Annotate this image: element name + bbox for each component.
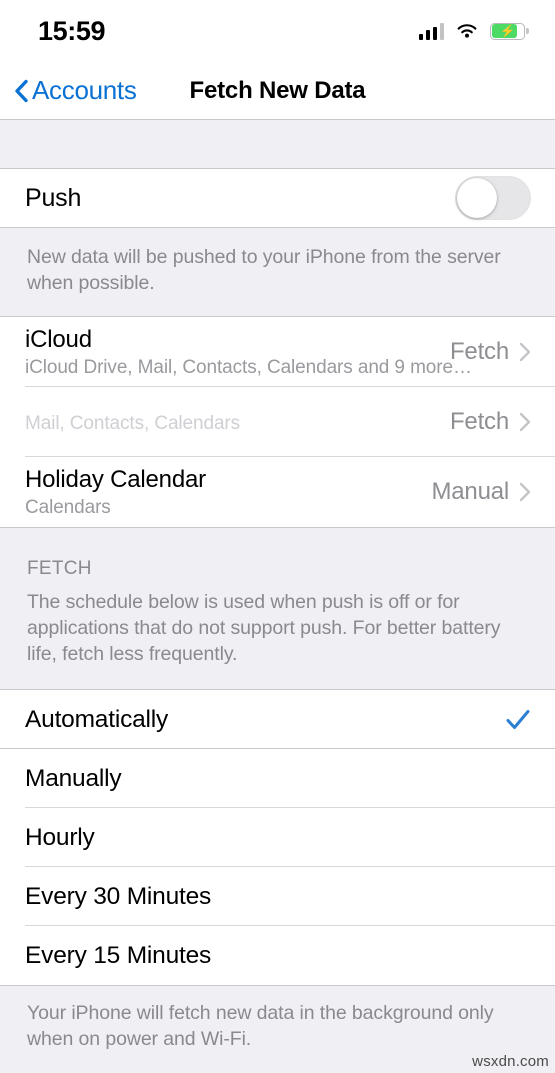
status-bar-icons: ⚡ — [418, 22, 529, 40]
chevron-right-icon — [519, 412, 531, 432]
account-value-block: Manual — [431, 478, 531, 506]
fetch-option-label: Automatically — [25, 705, 169, 733]
account-subtitle: Calendars — [25, 496, 111, 518]
fetch-option-every-30-minutes[interactable]: Every 30 Minutes — [0, 867, 555, 926]
fetch-option-automatically[interactable]: Automatically — [0, 690, 555, 749]
push-footnote: New data will be pushed to your iPhone f… — [0, 228, 555, 316]
watermark: wsxdn.com — [472, 1053, 549, 1070]
bottom-footnote: Your iPhone will fetch new data in the b… — [0, 986, 555, 1052]
push-toggle-switch[interactable] — [455, 176, 531, 220]
chevron-right-icon — [519, 482, 531, 502]
account-value-block: Fetch — [450, 408, 531, 436]
account-fetch-value: Fetch — [449, 338, 509, 365]
account-text-block: Holiday Calendar Calendars — [25, 466, 206, 519]
push-label: Push — [25, 183, 82, 212]
push-section: Push — [0, 168, 555, 228]
battery-charging-icon: ⚡ — [490, 22, 529, 40]
fetch-section-header: FETCH — [0, 528, 555, 589]
fetch-option-hourly[interactable]: Hourly — [0, 808, 555, 867]
account-text-block: Mail, Contacts, Calendars — [25, 410, 240, 435]
account-title: Holiday Calendar — [25, 465, 206, 493]
fetch-option-label: Manually — [25, 764, 122, 792]
fetch-option-label: Every 30 Minutes — [25, 882, 212, 910]
account-row-redacted-email[interactable]: Mail, Contacts, Calendars Fetch — [0, 387, 555, 457]
push-row[interactable]: Push — [0, 169, 555, 227]
fetch-option-every-15-minutes[interactable]: Every 15 Minutes — [0, 926, 555, 985]
checkmark-icon — [505, 707, 531, 733]
status-bar-clock: 15:59 — [38, 15, 106, 46]
cellular-signal-icon — [418, 23, 444, 40]
navigation-bar: Accounts Fetch New Data — [0, 62, 555, 120]
account-row-holiday-calendar[interactable]: Holiday Calendar Calendars Manual — [0, 457, 555, 527]
account-row-icloud[interactable]: iCloud iCloud Drive, Mail, Contacts, Cal… — [0, 317, 555, 387]
account-fetch-value: Manual — [431, 478, 509, 505]
section-gap-top — [0, 120, 555, 168]
fetch-options-section: Automatically Manually Hourly Every 30 M… — [0, 689, 555, 985]
account-value-block: Fetch — [450, 338, 531, 366]
iphone-settings-screen: 15:59 ⚡ Accounts Fetch New Data Push New… — [0, 0, 555, 1073]
fetch-option-label: Hourly — [25, 823, 95, 851]
fetch-section-description: The schedule below is used when push is … — [0, 589, 555, 689]
status-bar: 15:59 ⚡ — [0, 0, 555, 62]
chevron-right-icon — [519, 342, 531, 362]
account-title: iCloud — [25, 325, 92, 353]
toggle-knob — [457, 178, 497, 218]
account-subtitle: Mail, Contacts, Calendars — [25, 412, 241, 434]
accounts-section: iCloud iCloud Drive, Mail, Contacts, Cal… — [0, 316, 555, 528]
fetch-option-label: Every 15 Minutes — [25, 941, 212, 969]
bottom-footnote-area: Your iPhone will fetch new data in the b… — [0, 985, 555, 1058]
account-subtitle: iCloud Drive, Mail, Contacts, Calendars … — [25, 356, 472, 378]
chevron-left-icon — [14, 79, 28, 103]
fetch-option-manually[interactable]: Manually — [0, 749, 555, 808]
back-button-label: Accounts — [32, 75, 137, 105]
account-text-block: iCloud iCloud Drive, Mail, Contacts, Cal… — [25, 325, 472, 379]
wifi-icon — [455, 23, 479, 40]
back-button-accounts[interactable]: Accounts — [0, 75, 137, 106]
account-fetch-value: Fetch — [449, 408, 509, 435]
